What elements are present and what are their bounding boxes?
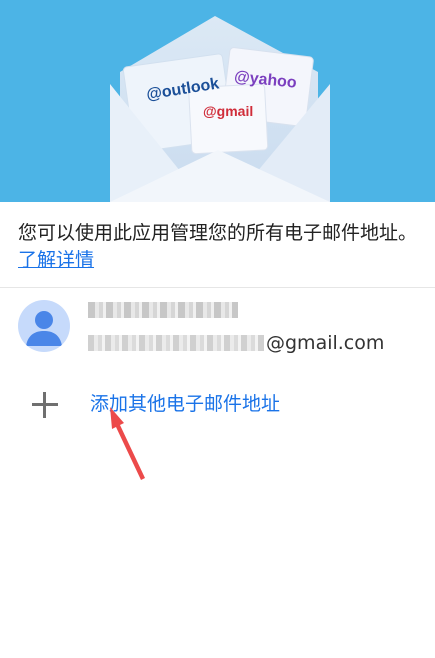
envelope-illustration: @outlook @yahoo @gmail [110, 16, 330, 202]
add-email-address-label: 添加其他电子邮件地址 [90, 393, 281, 415]
header-illustration: @outlook @yahoo @gmail [0, 0, 435, 202]
avatar [18, 300, 70, 352]
account-email: @gmail.com [88, 332, 384, 354]
gmail-tag: @gmail [203, 103, 253, 119]
intro-description: 您可以使用此应用管理您的所有电子邮件地址。 [18, 222, 418, 244]
person-icon [26, 311, 62, 346]
add-email-address-button[interactable]: 添加其他电子邮件地址 [0, 382, 435, 426]
account-name-redacted [88, 302, 238, 318]
email-domain: @gmail.com [266, 332, 385, 354]
divider [0, 287, 435, 288]
plus-icon [30, 390, 60, 420]
email-redacted [88, 335, 264, 351]
learn-more-link[interactable]: 了解详情 [18, 249, 94, 271]
intro-text: 您可以使用此应用管理您的所有电子邮件地址。了解详情 [18, 220, 418, 274]
account-row[interactable]: @gmail.com [0, 296, 435, 362]
